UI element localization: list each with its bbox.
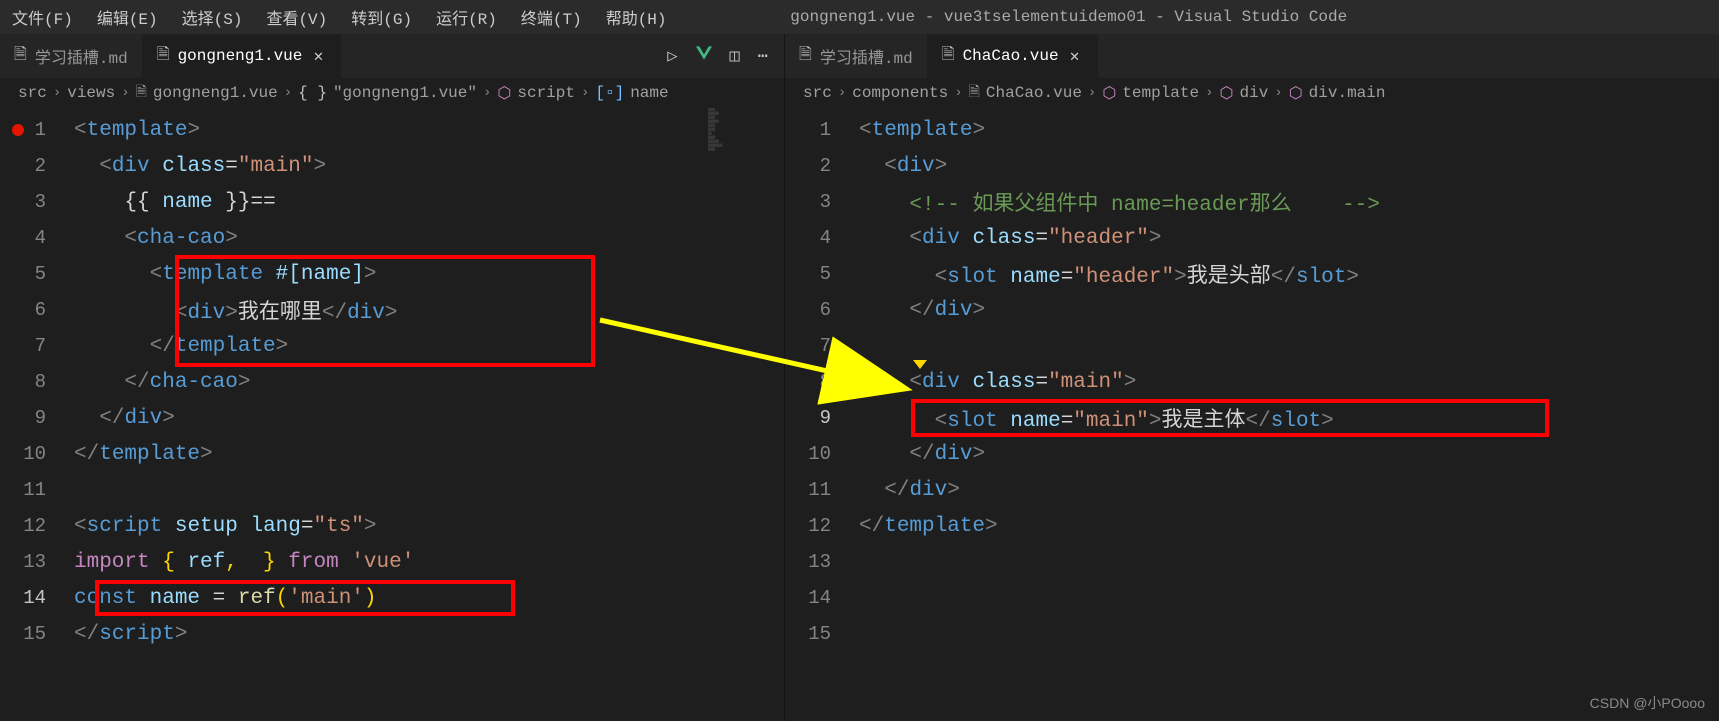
menu-view[interactable]: 查看(V) [266, 5, 327, 29]
bc-components[interactable]: components [852, 84, 948, 102]
bc-scope[interactable]: "gongneng1.vue" [333, 84, 477, 102]
menu-run[interactable]: 运行(R) [436, 5, 497, 29]
symbol-icon: ⬡ [1289, 83, 1303, 103]
tab-markdown[interactable]: 🗎 学习插槽.md [785, 34, 928, 78]
menu-help[interactable]: 帮助(H) [606, 5, 667, 29]
bc-div[interactable]: div [1239, 84, 1268, 102]
editor-actions: ▷ ◫ ⋯ [651, 46, 784, 67]
line-number: 1 [785, 119, 859, 141]
file-icon: 🗎 [157, 43, 170, 70]
line-number: 10 [785, 443, 859, 465]
tab-label: 学习插槽.md [35, 44, 128, 68]
line-number: 6 [0, 299, 74, 321]
menu-edit[interactable]: 编辑(E) [97, 5, 158, 29]
window-title: gongneng1.vue - vue3tselementuidemo01 - … [691, 8, 1448, 26]
watermark: CSDN @小POooo [1590, 693, 1705, 713]
bc-name[interactable]: name [630, 84, 668, 102]
line-number: 5 [785, 263, 859, 285]
close-icon[interactable]: ✕ [310, 46, 326, 66]
line-number: 6 [785, 299, 859, 321]
editor-group-left: 🗎 学习插槽.md 🗎 gongneng1.vue ✕ ▷ ◫ ⋯ src› v… [0, 34, 785, 721]
line-number: 14 [785, 587, 859, 609]
symbol-icon: ⬡ [1220, 83, 1234, 103]
line-number: 11 [785, 479, 859, 501]
editor-right[interactable]: 1<template> 2 <div> 3 <!-- 如果父组件中 name=h… [785, 108, 1719, 721]
line-number: 4 [0, 227, 74, 249]
tabbar-right: 🗎 学习插槽.md 🗎 ChaCao.vue ✕ [785, 34, 1719, 78]
line-number: 10 [0, 443, 74, 465]
tab-label: gongneng1.vue [178, 47, 303, 65]
line-number: 12 [0, 515, 74, 537]
tab-markdown[interactable]: 🗎 学习插槽.md [0, 34, 143, 78]
breadcrumb-right[interactable]: src› components› 🗎 ChaCao.vue› ⬡ templat… [785, 78, 1719, 108]
menu-select[interactable]: 选择(S) [182, 5, 243, 29]
variable-icon: [▫] [595, 84, 624, 102]
split-editor-icon[interactable]: ◫ [730, 46, 740, 67]
line-number: 12 [785, 515, 859, 537]
bc-views[interactable]: views [67, 84, 115, 102]
braces-icon: { } [298, 84, 327, 102]
line-number: 3 [785, 191, 859, 213]
more-icon[interactable]: ⋯ [758, 46, 768, 67]
symbol-icon: ⬡ [1102, 83, 1116, 103]
file-icon: 🗎 [136, 81, 147, 105]
line-number: 8 [785, 371, 859, 393]
line-number: 13 [785, 551, 859, 573]
breadcrumb-left[interactable]: src› views› 🗎 gongneng1.vue› { } "gongne… [0, 78, 784, 108]
line-number: 11 [0, 479, 74, 501]
tab-label: ChaCao.vue [963, 47, 1059, 65]
tab-gongneng1[interactable]: 🗎 gongneng1.vue ✕ [143, 34, 342, 78]
tab-chacao[interactable]: 🗎 ChaCao.vue ✕ [928, 34, 1098, 78]
vue-devtools-icon[interactable] [696, 46, 712, 67]
symbol-icon: ⬡ [497, 83, 511, 103]
menu-go[interactable]: 转到(G) [351, 5, 412, 29]
bc-file[interactable]: ChaCao.vue [986, 84, 1082, 102]
menubar: 文件(F) 编辑(E) 选择(S) 查看(V) 转到(G) 运行(R) 终端(T… [0, 0, 1719, 34]
breakpoint-icon[interactable] [12, 124, 24, 136]
line-number: 9 [0, 407, 74, 429]
line-number: 14 [0, 587, 74, 609]
line-number: 3 [0, 191, 74, 213]
line-number: 15 [785, 623, 859, 645]
editor-group-right: 🗎 学习插槽.md 🗎 ChaCao.vue ✕ src› components… [785, 34, 1719, 721]
line-number: 7 [785, 335, 859, 357]
run-icon[interactable]: ▷ [667, 46, 677, 67]
menu-file[interactable]: 文件(F) [12, 5, 73, 29]
file-icon: 🗎 [942, 43, 955, 70]
menu-terminal[interactable]: 终端(T) [521, 5, 582, 29]
file-icon: 🗎 [799, 43, 812, 70]
bc-divmain[interactable]: div.main [1309, 84, 1386, 102]
tabbar-left: 🗎 学习插槽.md 🗎 gongneng1.vue ✕ ▷ ◫ ⋯ [0, 34, 784, 78]
file-icon: 🗎 [14, 43, 27, 70]
tab-label: 学习插槽.md [820, 44, 913, 68]
bc-src[interactable]: src [803, 84, 832, 102]
close-icon[interactable]: ✕ [1067, 46, 1083, 66]
line-number: 2 [0, 155, 74, 177]
line-number: 4 [785, 227, 859, 249]
line-number: 5 [0, 263, 74, 285]
line-number: 9 [785, 407, 859, 429]
line-number: 7 [0, 335, 74, 357]
line-number: 13 [0, 551, 74, 573]
bc-file[interactable]: gongneng1.vue [153, 84, 278, 102]
line-number: 8 [0, 371, 74, 393]
bc-script[interactable]: script [517, 84, 575, 102]
line-number: 2 [785, 155, 859, 177]
editor-left[interactable]: ████████████████████████████████████████… [0, 108, 784, 721]
line-number: 15 [0, 623, 74, 645]
bc-template[interactable]: template [1122, 84, 1199, 102]
bc-src[interactable]: src [18, 84, 47, 102]
file-icon: 🗎 [969, 81, 980, 105]
